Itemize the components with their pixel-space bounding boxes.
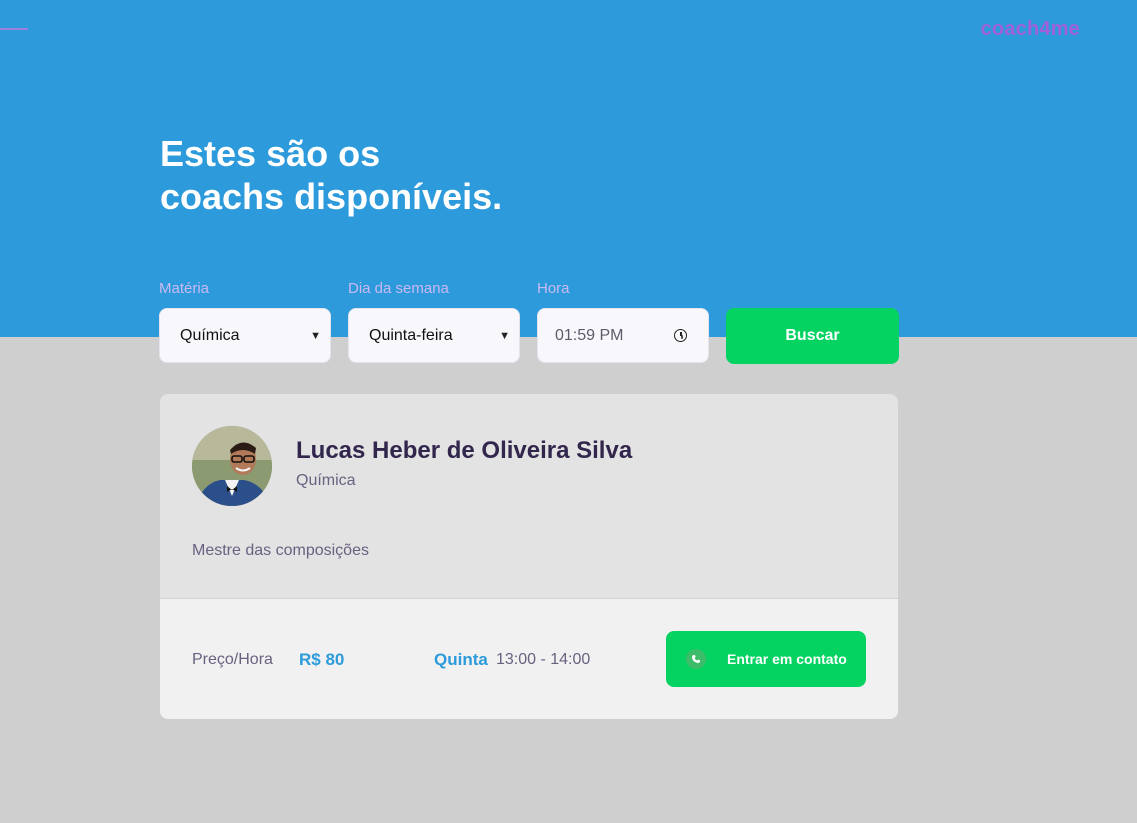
whatsapp-icon — [686, 649, 706, 669]
contact-button-label: Entrar em contato — [727, 651, 847, 667]
search-button[interactable]: Buscar — [726, 308, 899, 364]
subject-filter: Matéria Química ▼ — [159, 280, 331, 363]
chevron-down-icon: ▼ — [499, 329, 510, 342]
weekday-select[interactable]: Quinta-feira ▼ — [348, 308, 520, 363]
time-input[interactable]: 01:59 PM — [537, 308, 709, 363]
coach-subject: Química — [296, 472, 356, 489]
page-title: Estes são os coachs disponíveis. — [160, 132, 580, 218]
weekday-filter-label: Dia da semana — [348, 280, 449, 297]
card-footer: Preço/Hora R$ 80 Quinta 13:00 - 14:00 En… — [160, 598, 898, 719]
coach-name: Lucas Heber de Oliveira Silva — [296, 437, 633, 464]
price-value: R$ 80 — [299, 650, 345, 669]
subject-filter-label: Matéria — [159, 280, 210, 297]
coach-bio: Mestre das composições — [192, 542, 369, 559]
time-input-value: 01:59 PM — [555, 326, 624, 344]
back-link[interactable] — [0, 28, 28, 30]
title-line-1: Estes são os — [160, 133, 381, 174]
time-filter-label: Hora — [537, 280, 570, 297]
title-line-2: coachs disponíveis. — [160, 176, 503, 217]
schedule-day: Quinta — [434, 650, 488, 669]
weekday-filter: Dia da semana Quinta-feira ▼ — [348, 280, 520, 363]
contact-button[interactable]: Entrar em contato — [666, 631, 866, 687]
chevron-down-icon: ▼ — [310, 329, 321, 342]
price-label: Preço/Hora — [192, 651, 273, 668]
subject-select[interactable]: Química ▼ — [159, 308, 331, 363]
subject-select-value: Química — [180, 326, 240, 344]
time-filter: Hora 01:59 PM — [537, 280, 709, 363]
schedule-hours: 13:00 - 14:00 — [496, 651, 591, 668]
logo: coach4me — [980, 18, 1080, 40]
coach-card: Lucas Heber de Oliveira Silva Química Me… — [160, 394, 898, 719]
avatar — [192, 426, 272, 506]
weekday-select-value: Quinta-feira — [369, 326, 453, 344]
clock-icon[interactable] — [674, 329, 687, 342]
